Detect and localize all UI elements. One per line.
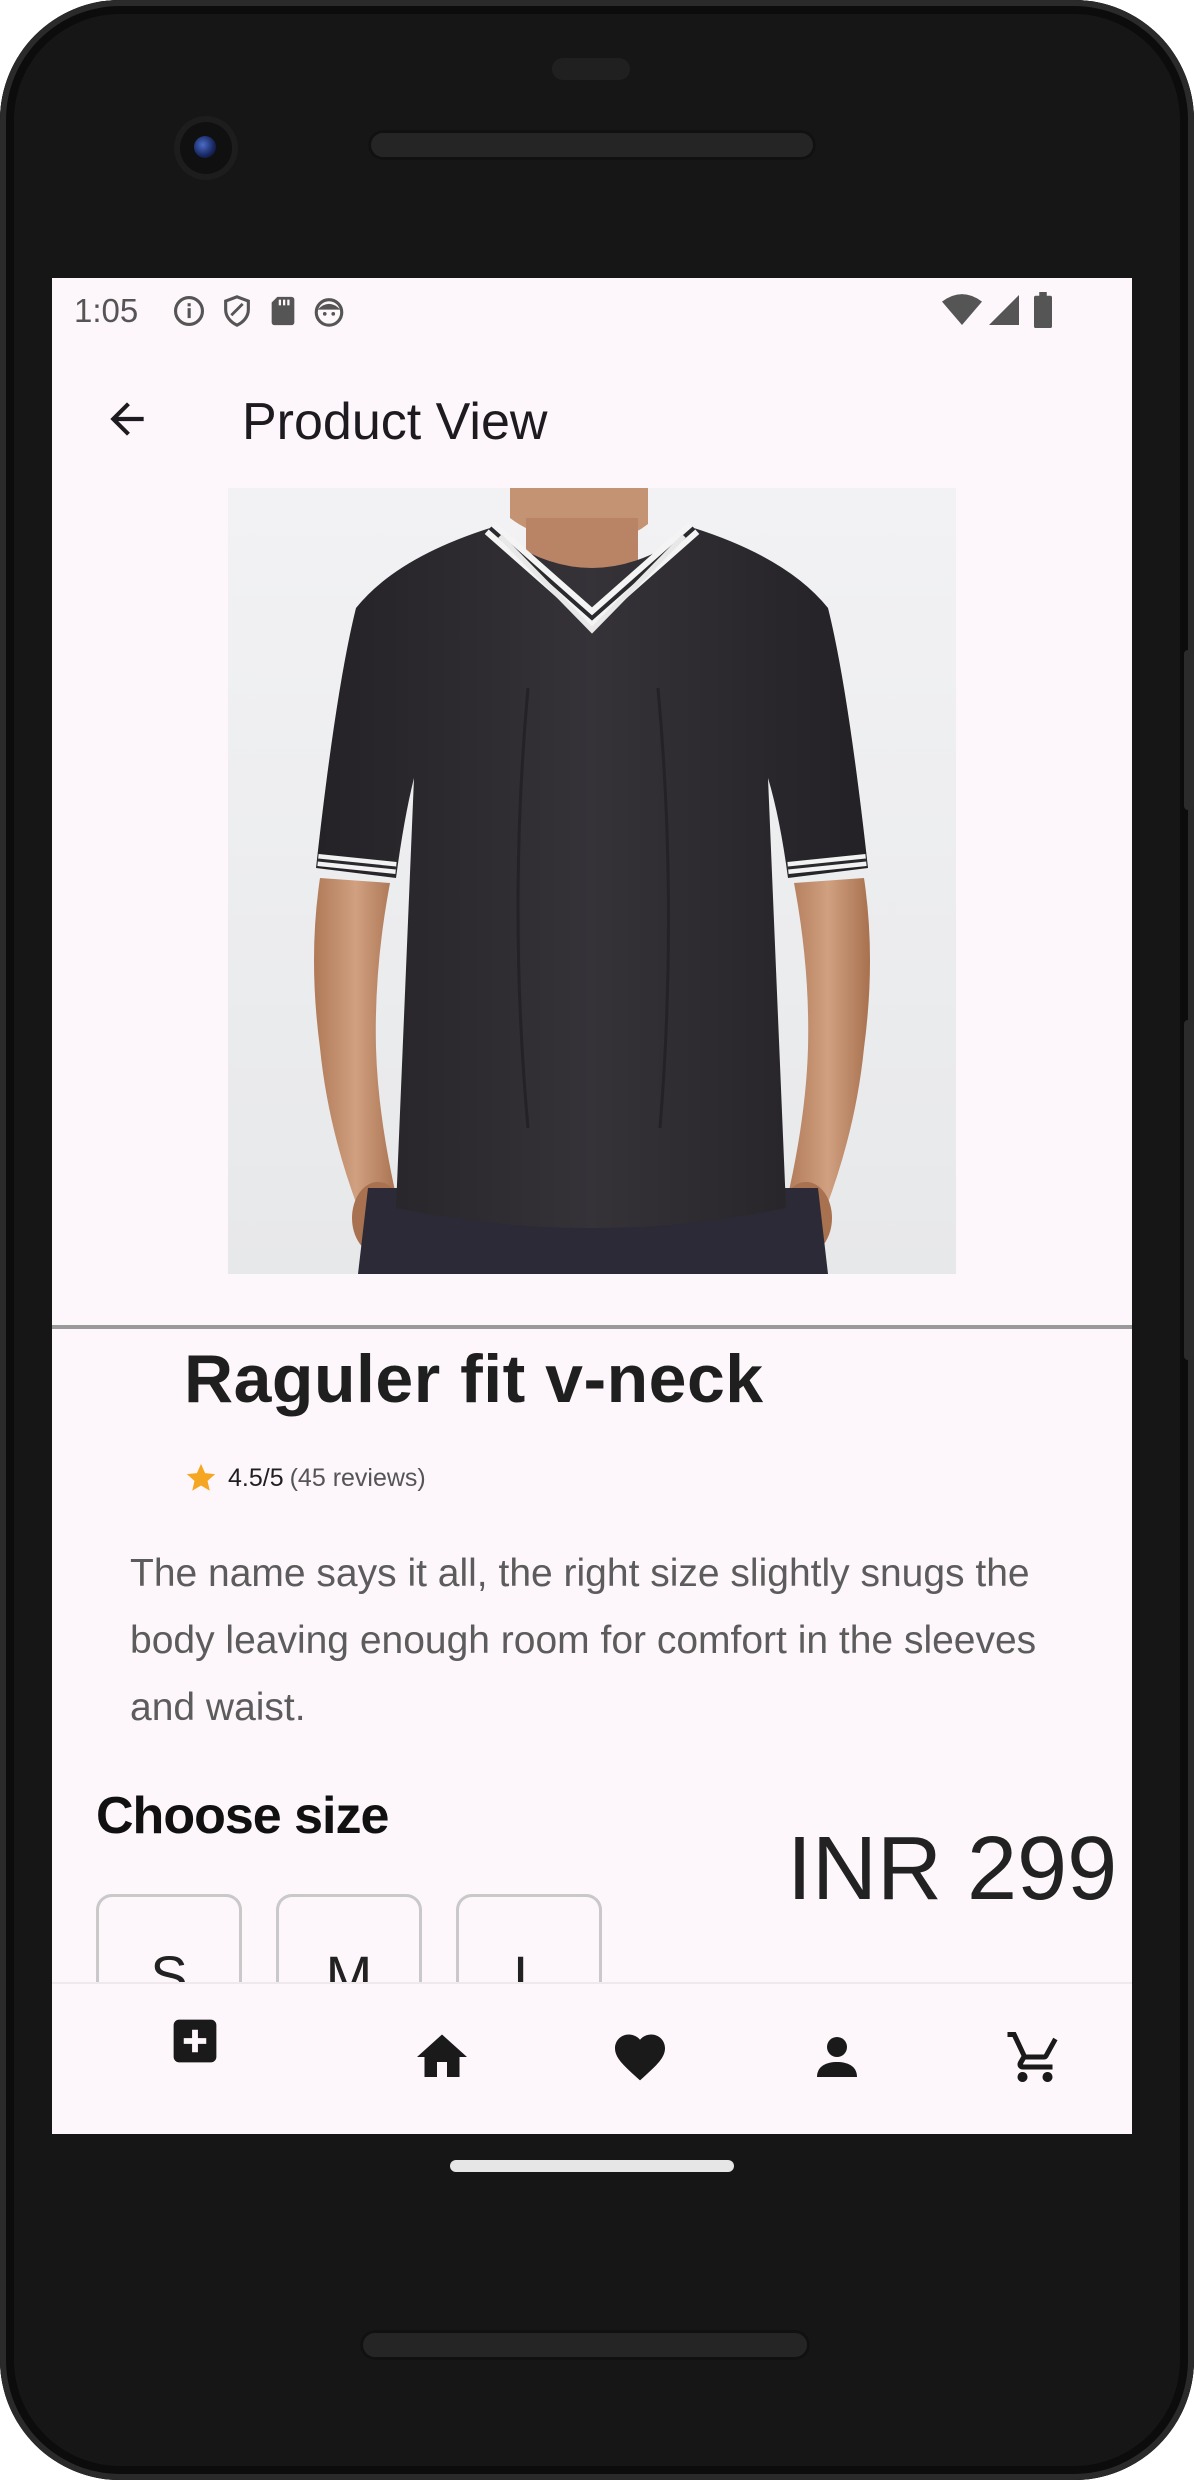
sd-card-icon (271, 296, 295, 326)
add-box-icon (173, 2019, 217, 2063)
product-name: Raguler fit v-neck (184, 1341, 764, 1417)
bottom-navigation (52, 1984, 1132, 2134)
arrow-back-icon (110, 402, 144, 436)
earpiece-speaker (368, 130, 816, 160)
star-icon (186, 1463, 216, 1491)
favorite-icon (615, 2034, 665, 2081)
page-title: Product View (242, 393, 548, 451)
screen: 1:05 Product View Raguler fit v-neck 4.5… (52, 278, 1132, 2134)
nav-profile[interactable] (802, 2022, 872, 2092)
front-camera (180, 122, 232, 174)
info-icon (173, 295, 205, 327)
status-time: 1:05 (74, 292, 139, 329)
signal-icon (989, 295, 1019, 325)
nav-home[interactable] (407, 2022, 477, 2092)
bottom-speaker (360, 2330, 810, 2360)
cart-icon (1007, 2032, 1058, 2082)
product-image[interactable] (228, 488, 956, 1274)
home-icon (417, 2034, 467, 2077)
app-bar: Product View (52, 344, 1132, 494)
review-count: (45 reviews) (289, 1463, 426, 1492)
status-bar: 1:05 (52, 278, 1132, 344)
volume-button (1184, 1020, 1194, 1360)
shield-icon (224, 295, 250, 327)
wifi-icon (942, 294, 982, 325)
size-heading: Choose size (96, 1787, 389, 1845)
power-button (1184, 650, 1194, 810)
back-button[interactable] (92, 384, 162, 454)
sensor (552, 58, 630, 80)
android-face-icon (314, 298, 344, 327)
divider (52, 1325, 1132, 1329)
product-price: INR 299 (787, 1819, 1118, 1919)
nav-cart[interactable] (1000, 2022, 1070, 2092)
nav-favorites[interactable] (605, 2022, 675, 2092)
rating-row: 4.5/5 (45 reviews) (184, 1460, 426, 1496)
product-description: The name says it all, the right size sli… (130, 1552, 1037, 1729)
phone-frame: 1:05 Product View Raguler fit v-neck 4.5… (0, 0, 1194, 2480)
profile-icon (817, 2037, 857, 2077)
gesture-navigation-handle[interactable] (450, 2160, 734, 2172)
nav-add[interactable] (160, 2006, 230, 2076)
battery-icon (1034, 292, 1052, 328)
rating-value: 4.5/5 (228, 1463, 284, 1492)
tshirt-photo (228, 488, 956, 1274)
